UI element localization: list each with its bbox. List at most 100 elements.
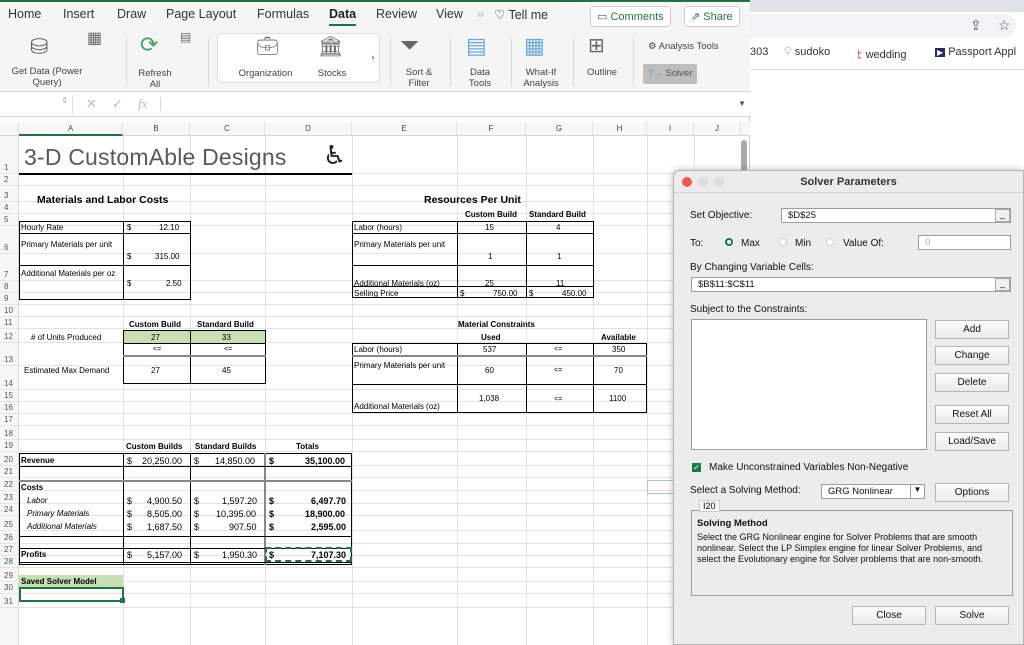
column-header-a[interactable]: A (19, 122, 123, 136)
cost-custom[interactable]: 4,900.50 (147, 496, 182, 506)
tab-review[interactable]: Review (376, 7, 417, 21)
row-header[interactable]: 29 (0, 568, 19, 582)
constraint-used[interactable]: 60 (485, 366, 494, 376)
tell-me[interactable]: ♡ Tell me (494, 7, 548, 22)
fill-handle[interactable] (120, 598, 125, 603)
row-header[interactable]: 31 (0, 594, 19, 608)
value-of-input[interactable]: 0 (918, 235, 1011, 250)
cost-custom[interactable]: 1,687.50 (147, 522, 182, 532)
load-save-button[interactable]: Load/Save (935, 432, 1009, 451)
column-header-j[interactable]: J (694, 122, 741, 136)
stocks-button[interactable]: Stocks (308, 68, 356, 79)
analysis-tools-button[interactable]: ⚙ Analysis Tools (648, 41, 733, 52)
resource-custom[interactable]: 15 (485, 223, 494, 233)
delete-button[interactable]: Delete (935, 373, 1009, 392)
demand-custom[interactable]: 27 (151, 366, 160, 376)
row-header[interactable]: 18 (0, 426, 19, 440)
fx-icon[interactable]: fx (138, 96, 147, 112)
primary-materials-value[interactable]: 315.00 (155, 252, 179, 262)
row-header[interactable]: 15 (0, 390, 19, 402)
name-box-stepper-icon[interactable]: ⇕ (61, 96, 68, 105)
revenue-custom[interactable]: 20,250.00 (142, 456, 182, 466)
row-header[interactable]: 30 (0, 582, 19, 594)
demand-standard[interactable]: 45 (222, 366, 231, 376)
tab-page-layout[interactable]: Page Layout (166, 7, 236, 21)
gallery-next-icon[interactable]: › (368, 52, 378, 63)
tab-data[interactable]: Data (329, 7, 357, 26)
radio-value-of[interactable] (826, 238, 834, 246)
solver-button[interactable]: ?→ Solver (643, 64, 697, 84)
row-header[interactable]: 8 (0, 281, 19, 293)
enter-icon[interactable]: ✓ (112, 96, 123, 112)
bookmark-wedding[interactable]: ﾋ wedding (857, 46, 907, 62)
options-button[interactable]: Options (935, 483, 1009, 502)
resource-standard[interactable]: 1 (557, 252, 561, 262)
profit-standard[interactable]: 1,950.30 (222, 550, 257, 560)
change-button[interactable]: Change (935, 346, 1009, 365)
units-standard[interactable]: 33 (222, 333, 231, 343)
formula-input[interactable] (165, 95, 735, 113)
worksheet-grid[interactable]: 3-D CustomAble Designs ♿︎ Materials and … (19, 136, 744, 645)
name-box[interactable]: ⇕ (0, 95, 73, 115)
row-header[interactable]: 20 (0, 452, 19, 466)
non-negative-checkbox[interactable]: ✓ (692, 463, 701, 472)
column-header-f[interactable]: F (457, 122, 526, 136)
star-icon[interactable]: ☆ (998, 17, 1011, 34)
row-header[interactable]: 5 (0, 214, 19, 226)
share-icon[interactable]: ⇪ (970, 17, 982, 34)
organization-button[interactable]: Organization (233, 68, 298, 79)
constraint-used[interactable]: 1,038 (479, 394, 499, 404)
column-header-d[interactable]: D (265, 122, 352, 136)
tab-draw[interactable]: Draw (117, 7, 146, 21)
refresh-all-button[interactable]: Refresh All (133, 68, 177, 90)
comments-button[interactable]: ▭ Comments (590, 6, 671, 27)
changing-cells-input[interactable]: $B$11:$C$11 (691, 277, 1011, 292)
profit-custom[interactable]: 5,157.00 (147, 550, 182, 560)
collapse-ref-icon[interactable]: _ (995, 209, 1010, 222)
row-header[interactable]: 24 (0, 504, 19, 516)
minimize-window-icon[interactable] (698, 177, 708, 187)
resource-custom[interactable]: 1 (488, 252, 492, 262)
revenue-standard[interactable]: 14,850.00 (215, 456, 255, 466)
set-objective-input[interactable]: $D$25 (781, 208, 1011, 223)
collapse-ref-icon[interactable]: _ (995, 278, 1010, 291)
column-header-c[interactable]: C (190, 122, 265, 136)
column-header-h[interactable]: H (593, 122, 647, 136)
selling-price-standard[interactable]: 450.00 (562, 289, 586, 299)
solve-button[interactable]: Solve (935, 606, 1009, 625)
row-header[interactable]: 22 (0, 478, 19, 491)
sort-filter-button[interactable]: Sort & Filter (396, 67, 442, 89)
column-header-b[interactable]: B (123, 122, 190, 136)
revenue-total[interactable]: 35,100.00 (305, 456, 345, 466)
row-header[interactable]: 1 (0, 136, 19, 174)
row-header[interactable]: 4 (0, 202, 19, 214)
cancel-icon[interactable]: ✕ (86, 96, 97, 112)
cost-custom[interactable]: 8,505.00 (147, 509, 182, 519)
data-tools-button[interactable]: Data Tools (458, 67, 502, 89)
hourly-rate-value[interactable]: 12.10 (159, 223, 179, 233)
selling-price-custom[interactable]: 750.00 (493, 289, 517, 299)
constraint-available[interactable]: 1100 (609, 394, 626, 404)
row-header[interactable]: 2 (0, 174, 19, 186)
add-button[interactable]: Add (935, 320, 1009, 339)
cost-total[interactable]: 18,900.00 (305, 509, 345, 519)
close-window-icon[interactable] (682, 177, 692, 187)
bookmark-303[interactable]: 303 (750, 46, 768, 58)
row-header[interactable]: 11 (0, 317, 19, 329)
close-button[interactable]: Close (852, 606, 926, 625)
reset-all-button[interactable]: Reset All (935, 405, 1009, 424)
outline-button[interactable]: Outline (580, 67, 624, 78)
resource-standard[interactable]: 11 (556, 279, 564, 289)
active-cell-a28[interactable] (19, 587, 124, 602)
row-header[interactable]: 13 (0, 343, 19, 366)
row-header[interactable]: 27 (0, 544, 19, 556)
more-tabs-icon[interactable]: » (477, 7, 484, 21)
constraints-list[interactable] (691, 319, 927, 450)
row-header[interactable]: 6 (0, 226, 19, 254)
row-header[interactable]: 9 (0, 293, 19, 305)
constraint-available[interactable]: 70 (614, 366, 623, 376)
bookmark-passport[interactable]: ▶ Passport Appl (935, 46, 1016, 58)
cost-standard[interactable]: 907.50 (229, 522, 257, 532)
tab-formulas[interactable]: Formulas (257, 7, 309, 21)
tab-view[interactable]: View (436, 7, 463, 21)
